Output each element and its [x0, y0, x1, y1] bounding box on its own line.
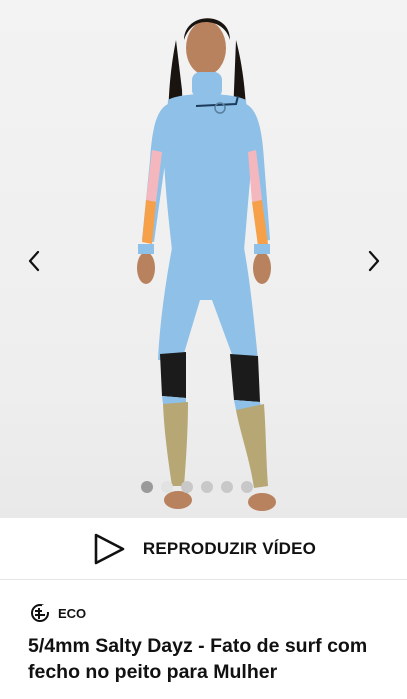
product-image-gallery[interactable]: [0, 0, 407, 518]
play-video-label: REPRODUZIR VÍDEO: [142, 538, 317, 558]
gallery-dot[interactable]: [221, 481, 233, 493]
product-photo: [137, 18, 276, 511]
gallery-dot[interactable]: [201, 481, 213, 493]
play-video-button[interactable]: REPRODUZIR VÍDEO: [0, 518, 407, 580]
play-icon: [91, 531, 127, 567]
product-title: 5/4mm Salty Dayz - Fato de surf com fech…: [28, 635, 368, 683]
chevron-left-icon: [28, 250, 40, 272]
gallery-dot[interactable]: [181, 481, 193, 493]
chevron-right-icon: [368, 250, 380, 272]
gallery-dot[interactable]: [141, 481, 153, 493]
next-image-button[interactable]: [360, 247, 388, 275]
eco-label: ECO: [58, 605, 87, 621]
gallery-pagination: [141, 481, 253, 493]
gallery-dot[interactable]: [241, 481, 253, 493]
previous-image-button[interactable]: [20, 247, 48, 275]
eco-icon: [31, 604, 50, 622]
eco-badge: ECO: [30, 603, 86, 623]
gallery-dot[interactable]: [161, 481, 173, 493]
